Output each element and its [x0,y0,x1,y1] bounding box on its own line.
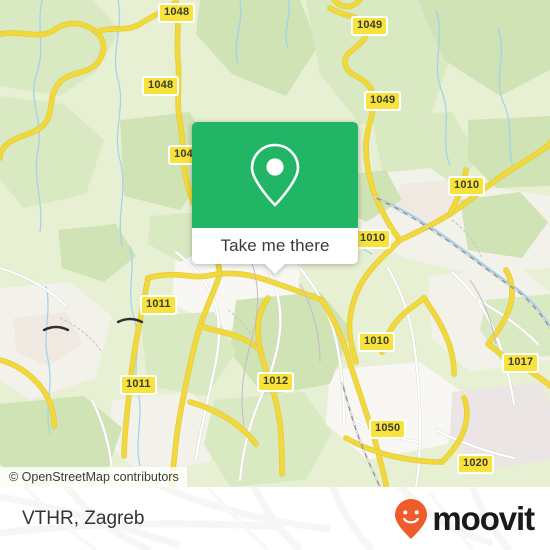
road-shield: 1048 [158,3,196,23]
place-title: VTHR, Zagreb [22,507,145,529]
map-canvas[interactable]: .fgreen { fill:#e8f0d4; } .fgreen2 { fil… [0,0,550,487]
location-popup[interactable]: Take me there [192,122,358,274]
popup-header [192,122,358,228]
road-shield: 1011 [140,295,177,315]
road-shield: 1010 [448,176,486,196]
road-shield: 1012 [257,372,295,392]
moovit-wordmark: moovit [432,500,535,537]
map-pin-icon [250,143,300,207]
map-attribution[interactable]: © OpenStreetMap contributors [0,467,187,487]
footer-bar: VTHR, Zagreb moovit [0,487,550,550]
popup-action-bar[interactable]: Take me there [192,228,358,264]
moovit-logo[interactable]: moovit [393,487,535,550]
road-shield: 1017 [502,353,540,373]
road-shield: 1010 [354,229,392,249]
road-shield: 1049 [351,16,389,36]
road-shield: 1049 [364,91,402,111]
moovit-smiley-pin-icon [395,498,428,539]
road-shield: 1010 [358,332,396,352]
moovit-map-screen: .fgreen { fill:#e8f0d4; } .fgreen2 { fil… [0,0,550,550]
road-shield: 1048 [142,76,180,96]
take-me-there-label: Take me there [220,236,330,255]
road-shield: 1020 [457,454,495,474]
popup-tail [264,263,286,274]
road-shield: 1011 [120,375,157,395]
road-shield: 1050 [369,419,407,439]
